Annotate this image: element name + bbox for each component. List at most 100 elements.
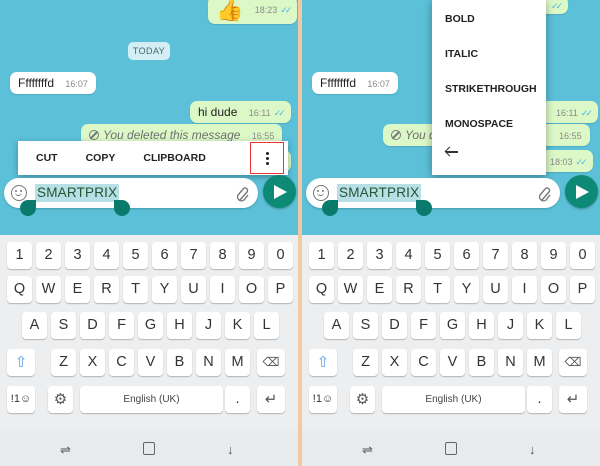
key-o[interactable]: O	[239, 276, 264, 303]
key-j[interactable]: J	[498, 312, 523, 339]
key-p[interactable]: P	[268, 276, 293, 303]
key-m[interactable]: M	[527, 349, 552, 376]
key-e[interactable]: E	[367, 276, 392, 303]
key-6[interactable]: 6	[454, 242, 479, 269]
shift-key[interactable]: ⇧	[7, 349, 35, 376]
selection-end-handle[interactable]	[416, 200, 432, 216]
key-9[interactable]: 9	[541, 242, 566, 269]
key-7[interactable]: 7	[483, 242, 508, 269]
attachment-icon[interactable]	[236, 184, 250, 202]
key-0[interactable]: 0	[570, 242, 595, 269]
space-bar[interactable]: English (UK)	[382, 386, 525, 413]
back-arrow-icon[interactable]	[446, 151, 458, 153]
selected-text[interactable]: SMARTPRIX	[35, 184, 120, 202]
home-icon[interactable]	[445, 442, 457, 455]
space-bar[interactable]: English (UK)	[80, 386, 223, 413]
key-q[interactable]: Q	[7, 276, 32, 303]
key-9[interactable]: 9	[239, 242, 264, 269]
backspace-key[interactable]: ⌫	[257, 349, 285, 376]
attachment-icon[interactable]	[538, 184, 552, 202]
key-d[interactable]: D	[80, 312, 105, 339]
monospace-option[interactable]: MONOSPACE	[445, 118, 513, 130]
enter-key[interactable]: ↵	[257, 386, 285, 413]
symbols-key[interactable]: !1☺	[7, 386, 35, 413]
key-b[interactable]: B	[469, 349, 494, 376]
key-n[interactable]: N	[196, 349, 221, 376]
chat-area[interactable]: 👍 18:23 ✓✓ TODAY Ffffffffd 16:07 hi dude …	[0, 0, 298, 235]
key-y[interactable]: Y	[454, 276, 479, 303]
key-period[interactable]: .	[527, 386, 552, 413]
emoji-icon[interactable]	[313, 185, 329, 201]
key-k[interactable]: K	[225, 312, 250, 339]
key-6[interactable]: 6	[152, 242, 177, 269]
home-icon[interactable]	[143, 442, 155, 455]
key-8[interactable]: 8	[210, 242, 235, 269]
key-t[interactable]: T	[123, 276, 148, 303]
settings-key[interactable]: ⚙	[350, 386, 375, 413]
key-n[interactable]: N	[498, 349, 523, 376]
key-r[interactable]: R	[396, 276, 421, 303]
clipboard-button[interactable]: CLIPBOARD	[115, 152, 205, 164]
key-v[interactable]: V	[138, 349, 163, 376]
key-p[interactable]: P	[570, 276, 595, 303]
selection-end-handle[interactable]	[114, 200, 130, 216]
strikethrough-option[interactable]: STRIKETHROUGH	[445, 83, 537, 95]
incoming-message[interactable]: Ffffffffd 16:07	[312, 72, 398, 94]
key-e[interactable]: E	[65, 276, 90, 303]
copy-button[interactable]: COPY	[58, 152, 116, 164]
key-w[interactable]: W	[338, 276, 363, 303]
key-3[interactable]: 3	[367, 242, 392, 269]
key-4[interactable]: 4	[94, 242, 119, 269]
key-s[interactable]: S	[353, 312, 378, 339]
key-f[interactable]: F	[411, 312, 436, 339]
key-c[interactable]: C	[411, 349, 436, 376]
key-i[interactable]: I	[512, 276, 537, 303]
bold-option[interactable]: BOLD	[445, 13, 475, 25]
key-t[interactable]: T	[425, 276, 450, 303]
key-j[interactable]: J	[196, 312, 221, 339]
italic-option[interactable]: ITALIC	[445, 48, 478, 60]
key-y[interactable]: Y	[152, 276, 177, 303]
more-options-icon[interactable]	[250, 142, 284, 174]
key-z[interactable]: Z	[51, 349, 76, 376]
key-l[interactable]: L	[556, 312, 581, 339]
enter-key[interactable]: ↵	[559, 386, 587, 413]
key-period[interactable]: .	[225, 386, 250, 413]
key-v[interactable]: V	[440, 349, 465, 376]
key-f[interactable]: F	[109, 312, 134, 339]
key-x[interactable]: X	[382, 349, 407, 376]
settings-key[interactable]: ⚙	[48, 386, 73, 413]
key-o[interactable]: O	[541, 276, 566, 303]
back-icon[interactable]: ↓	[227, 442, 234, 457]
send-button[interactable]	[565, 175, 598, 208]
key-2[interactable]: 2	[338, 242, 363, 269]
incoming-message[interactable]: Ffffffffd 16:07	[10, 72, 96, 94]
chat-area[interactable]: ✓✓ Ffffffffd 16:07 16:11 ✓✓ You d 16:55 1…	[302, 0, 600, 235]
key-k[interactable]: K	[527, 312, 552, 339]
recent-apps-icon[interactable]: ⇌	[60, 442, 71, 458]
cut-button[interactable]: CUT	[18, 152, 58, 164]
key-h[interactable]: H	[167, 312, 192, 339]
key-0[interactable]: 0	[268, 242, 293, 269]
key-l[interactable]: L	[254, 312, 279, 339]
key-1[interactable]: 1	[309, 242, 334, 269]
key-g[interactable]: G	[138, 312, 163, 339]
key-4[interactable]: 4	[396, 242, 421, 269]
key-h[interactable]: H	[469, 312, 494, 339]
message-input[interactable]: SMARTPRIX	[306, 178, 560, 208]
key-r[interactable]: R	[94, 276, 119, 303]
key-c[interactable]: C	[109, 349, 134, 376]
key-a[interactable]: A	[324, 312, 349, 339]
thumbs-up-message[interactable]: 👍 18:23 ✓✓	[208, 0, 298, 24]
key-g[interactable]: G	[440, 312, 465, 339]
key-m[interactable]: M	[225, 349, 250, 376]
key-u[interactable]: U	[181, 276, 206, 303]
key-w[interactable]: W	[36, 276, 61, 303]
key-5[interactable]: 5	[425, 242, 450, 269]
back-icon[interactable]: ↓	[529, 442, 536, 457]
selection-start-handle[interactable]	[20, 200, 36, 216]
key-2[interactable]: 2	[36, 242, 61, 269]
key-a[interactable]: A	[22, 312, 47, 339]
selection-start-handle[interactable]	[322, 200, 338, 216]
shift-key[interactable]: ⇧	[309, 349, 337, 376]
